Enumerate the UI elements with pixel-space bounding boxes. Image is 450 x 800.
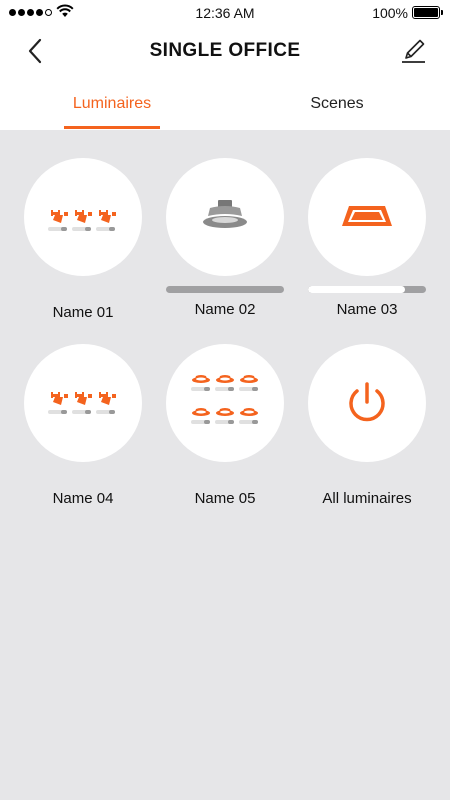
all-luminaires-power-button[interactable] [308,344,426,462]
brightness-slider[interactable] [308,286,426,293]
power-icon [349,382,385,422]
downlight-icon [203,200,247,228]
battery-icon [412,6,443,19]
luminaire-name: Name 01 [52,304,114,321]
luminaire-name: Name 02 [194,301,256,318]
downlight-group-icon [191,375,258,424]
luminaire-tile[interactable]: Name 04 [12,344,154,507]
luminaire-button[interactable] [166,344,284,462]
luminaire-tile[interactable]: Name 02 [154,158,296,318]
spotlight-group-icon [48,392,116,414]
luminaire-name: All luminaires [322,490,412,507]
luminaire-button[interactable] [24,344,142,462]
luminaire-button[interactable] [24,158,142,276]
luminaire-name: Name 05 [194,490,256,507]
luminaire-button[interactable] [166,158,284,276]
luminaire-tile[interactable]: Name 01 [12,158,154,321]
tab-luminaires[interactable]: Luminaires [62,84,162,130]
spotlight-group-icon [48,210,116,231]
header: SINGLE OFFICE [0,26,450,76]
battery-percentage: 100% [372,5,408,21]
luminaire-name: Name 03 [336,301,398,318]
edit-pencil-icon[interactable] [396,34,430,68]
luminaire-tile[interactable]: Name 05 [154,344,296,507]
tab-bar: Luminaires Scenes [0,84,450,130]
luminaire-tile[interactable]: All luminaires [296,344,438,507]
tab-scenes[interactable]: Scenes [287,84,387,130]
page-title: SINGLE OFFICE [149,40,301,61]
luminaire-tile[interactable]: Name 03 [296,158,438,318]
panel-light-icon [342,206,392,226]
luminaire-button[interactable] [308,158,426,276]
status-bar: 12:36 AM 100% [0,0,450,26]
brightness-slider[interactable] [166,286,284,293]
luminaire-name: Name 04 [52,490,114,507]
